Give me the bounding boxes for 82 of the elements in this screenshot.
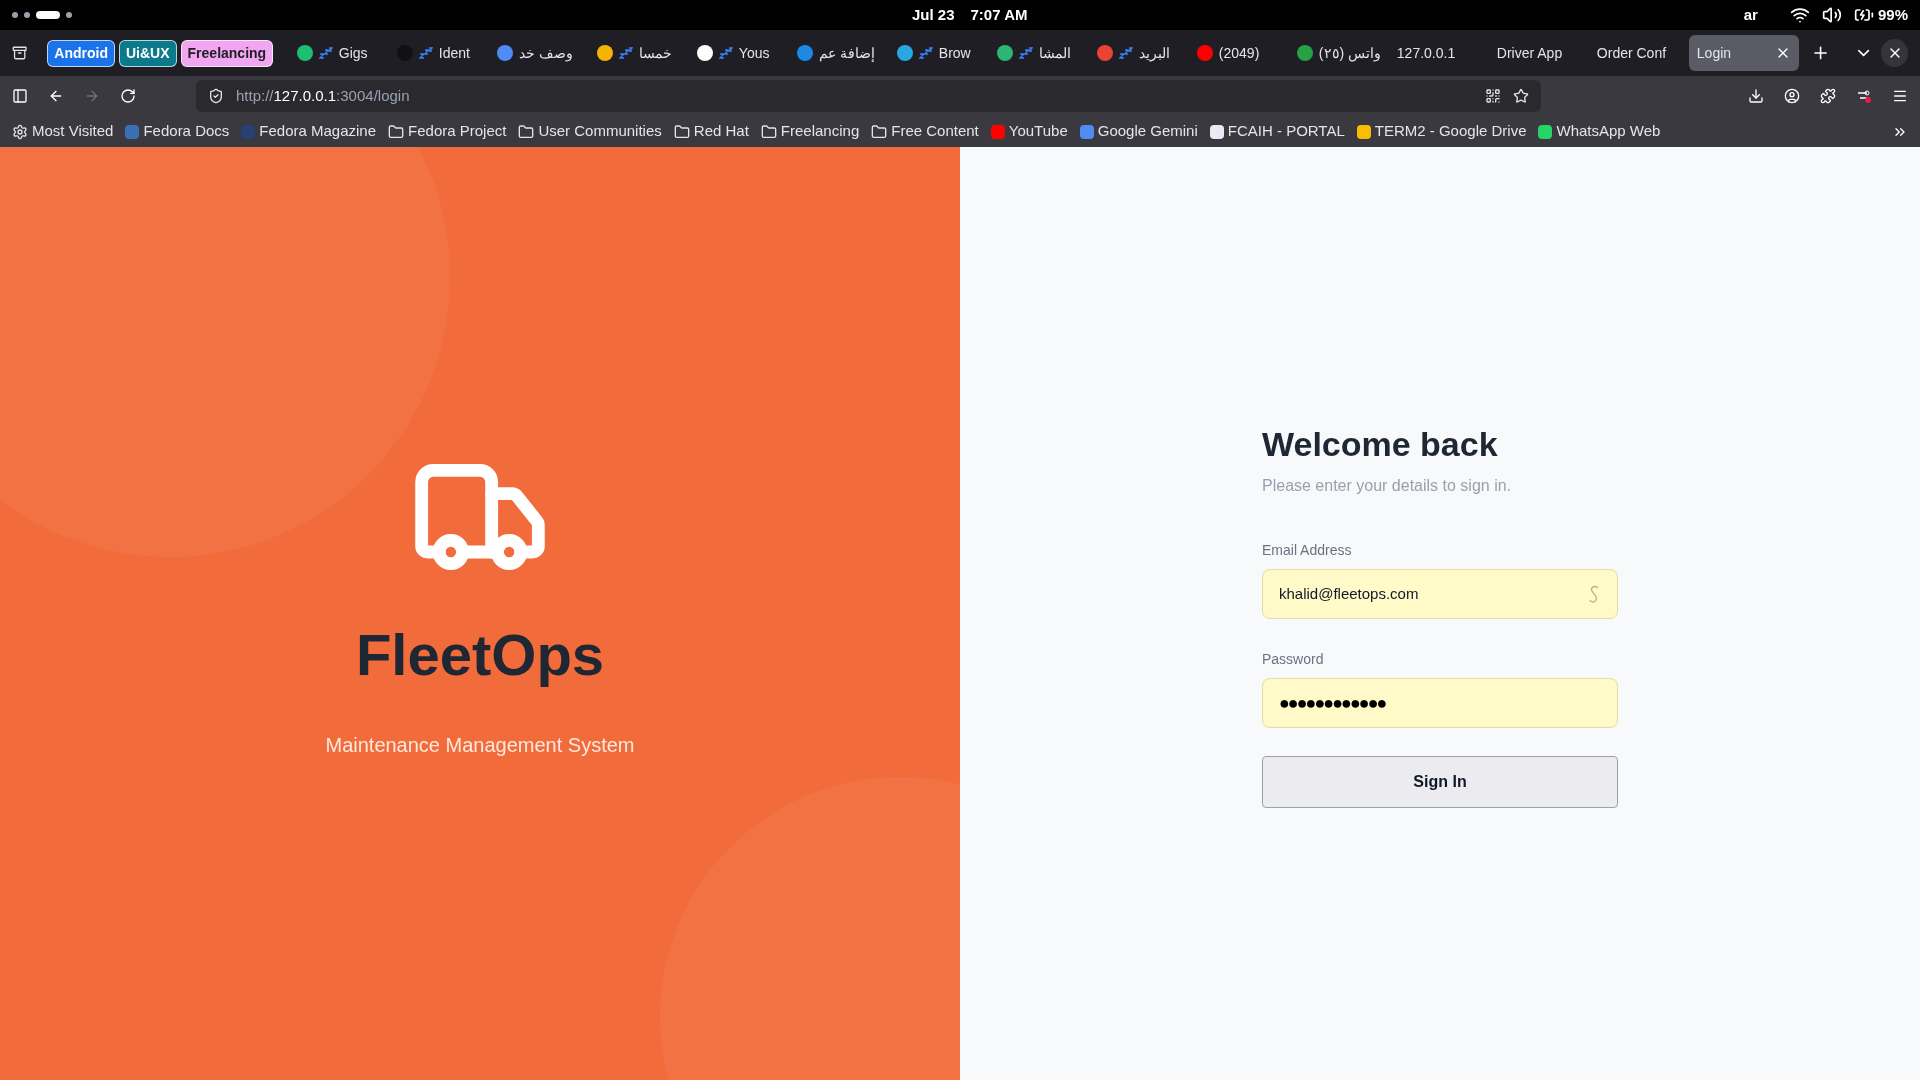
bookmark-item[interactable]: Google Gemini	[1079, 120, 1198, 143]
welcome-subheading: Please enter your details to sign in.	[1262, 476, 1513, 496]
account-icon[interactable]	[1784, 88, 1800, 104]
brand-name: FleetOps	[355, 621, 605, 689]
clock-date[interactable]: Jul 23	[912, 3, 955, 27]
bookmark-item[interactable]: Red Hat	[673, 120, 749, 143]
bookmark-item[interactable]: Fedora Magazine	[241, 120, 377, 143]
bookmark-star-icon[interactable]	[1513, 88, 1529, 104]
brand-tagline: Maintenance Management System	[325, 733, 635, 758]
bookmark-item[interactable]: User Communities	[518, 120, 662, 143]
browser-tab[interactable]: 127.0.0.1	[1388, 35, 1485, 71]
browser-tab[interactable]: خمسا	[588, 35, 685, 71]
browser-tab[interactable]: Brow	[888, 35, 985, 71]
reload-icon[interactable]	[120, 88, 136, 104]
bookmark-item[interactable]: TERM2 - Google Drive	[1356, 120, 1527, 143]
close-window-button[interactable]	[1881, 39, 1908, 67]
wifi-icon[interactable]	[1789, 5, 1810, 25]
sidebar-icon[interactable]	[12, 88, 28, 104]
shield-icon[interactable]	[208, 88, 224, 104]
bookmark-item[interactable]: WhatsApp Web	[1538, 120, 1661, 143]
folder-icon	[673, 123, 690, 140]
folder-icon	[388, 123, 405, 140]
browser-tab[interactable]: Gigs	[288, 35, 385, 71]
tab-title: 127.0.0.1	[1396, 43, 1456, 63]
tab-title: البريد	[1138, 43, 1170, 64]
browser-tab[interactable]: (2049)	[1188, 35, 1285, 71]
tab-title: Login	[1696, 43, 1732, 63]
tab-list-icon[interactable]	[12, 45, 28, 61]
folder-icon	[518, 123, 535, 140]
browser-tab[interactable]: Driver App	[1488, 35, 1585, 71]
folder-icon	[871, 123, 888, 140]
tab-title: Yous	[738, 43, 770, 63]
bookmark-item[interactable]: FCAIH - PORTAL	[1209, 120, 1345, 143]
sign-in-button[interactable]: Sign In	[1262, 756, 1618, 808]
browser-tab[interactable]: Login	[1688, 35, 1799, 71]
browser-tab[interactable]: إضافة عم	[788, 35, 885, 71]
tab-group-label[interactable]: Android	[47, 39, 115, 67]
tab-title: إضافة عم	[818, 43, 875, 64]
tab-title: (٢٥) واتس	[1318, 43, 1382, 64]
menu-icon[interactable]	[1892, 88, 1908, 104]
tab-title: وصف خد	[518, 43, 573, 64]
settings-icon	[12, 123, 28, 140]
bookmark-item[interactable]: Fedora Docs	[125, 120, 230, 143]
keyboard-layout[interactable]: ar	[1743, 3, 1758, 27]
password-field[interactable]: ●●●●●●●●●●●●	[1262, 678, 1618, 728]
qr-code-icon[interactable]	[1485, 88, 1501, 104]
workspace-active-icon[interactable]	[36, 11, 60, 19]
browser-tab[interactable]: البريد	[1088, 35, 1185, 71]
browser-tab[interactable]: Yous	[688, 35, 785, 71]
download-icon[interactable]	[1748, 88, 1764, 104]
battery-percent: 99%	[1877, 4, 1908, 25]
back-icon[interactable]	[48, 88, 64, 104]
tab-title: المشا	[1038, 43, 1071, 63]
tab-title: Brow	[938, 43, 971, 63]
tab-title: خمسا	[638, 43, 672, 63]
clock-time[interactable]: 7:07 AM	[970, 3, 1028, 27]
tab-title: Gigs	[338, 43, 368, 63]
bookmark-item[interactable]: Free Content	[871, 120, 979, 143]
folder-icon	[760, 123, 777, 140]
field-label: Email Address	[1262, 541, 1353, 560]
tab-title: Ident	[438, 43, 470, 63]
tab-title: Order Conf	[1596, 43, 1667, 63]
browser-tab[interactable]: المشا	[988, 35, 1085, 71]
volume-icon[interactable]	[1821, 5, 1842, 25]
bookmark-item[interactable]: Most Visited	[12, 120, 114, 143]
field-label: Password	[1262, 650, 1325, 669]
welcome-heading: Welcome back	[1262, 424, 1499, 465]
bookmark-item[interactable]: Freelancing	[760, 120, 860, 143]
tab-group-label[interactable]: Ui&UX	[119, 39, 177, 67]
tab-title: Driver App	[1496, 43, 1563, 63]
tab-group-label[interactable]: Freelancing	[180, 39, 274, 67]
browser-tab[interactable]: وصف خد	[488, 35, 585, 71]
browser-tab[interactable]: Order Conf	[1588, 35, 1685, 71]
extensions-icon[interactable]	[1820, 88, 1836, 104]
url-text: http://127.0.0.1:3004/login	[236, 85, 410, 106]
tab-title: (2049)	[1218, 43, 1260, 63]
address-field[interactable]: http://127.0.0.1:3004/login	[196, 80, 1541, 112]
bookmark-item[interactable]: Fedora Project	[388, 120, 507, 143]
bookmark-item[interactable]: YouTube	[990, 120, 1068, 143]
browser-tab[interactable]: Ident	[388, 35, 485, 71]
email-field[interactable]: khalid@fleetops.com	[1262, 569, 1618, 619]
browser-tab[interactable]: (٢٥) واتس	[1288, 35, 1385, 71]
